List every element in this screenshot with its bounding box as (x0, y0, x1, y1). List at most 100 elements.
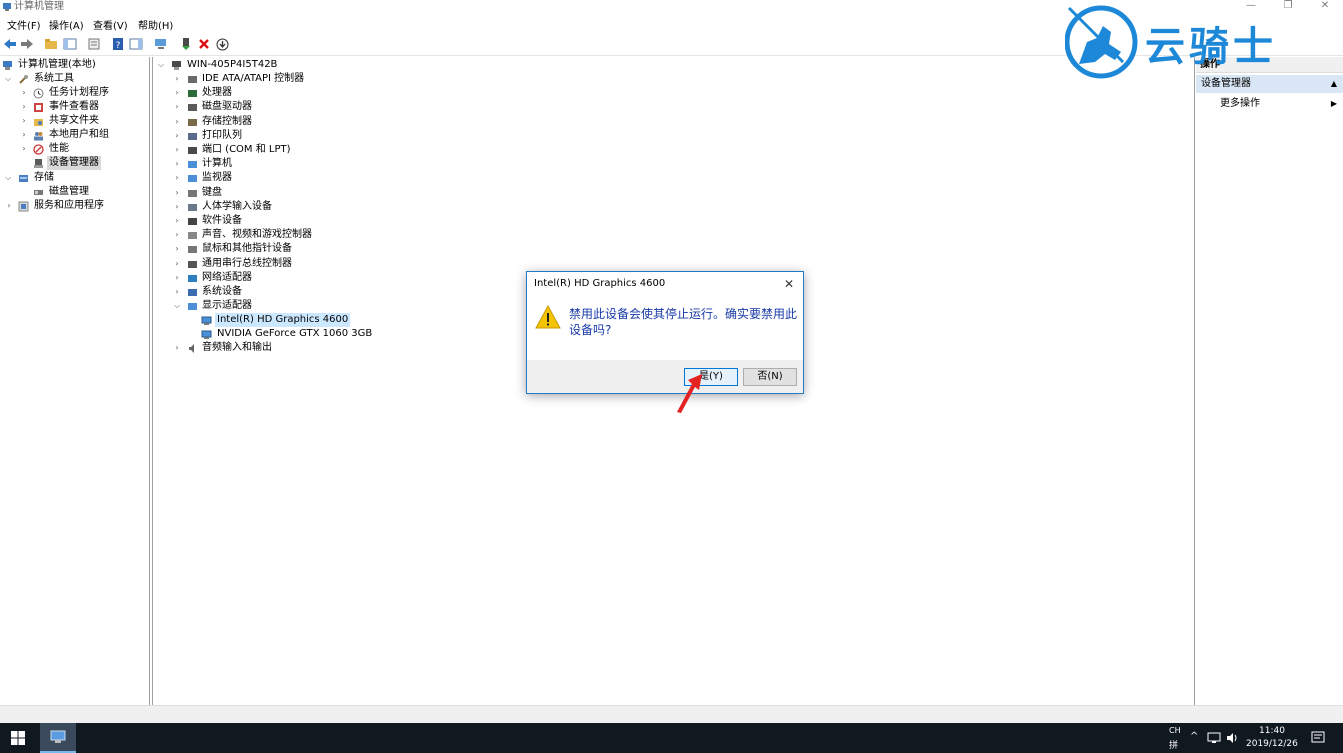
device-category-icon (188, 132, 197, 140)
tree-label-storage: 存储 (34, 172, 54, 183)
display-adapter-icon (201, 316, 212, 325)
device-category-icon (188, 246, 197, 254)
watermark-text: 云骑士 (1145, 24, 1277, 70)
device-category-label: 人体学输入设备 (202, 200, 272, 212)
network-icon[interactable] (1207, 732, 1221, 744)
event-viewer-icon (34, 103, 43, 112)
show-hidden-icons-icon[interactable]: ^ (1190, 731, 1198, 742)
chevron-right-icon[interactable]: › (20, 142, 28, 156)
tree-label-shared-folders: 共享文件夹 (49, 115, 99, 126)
menu-action[interactable]: 操作(A) (49, 17, 84, 32)
notification-icon[interactable] (1311, 731, 1325, 745)
chevron-right-icon[interactable]: › (173, 228, 181, 242)
update-driver-icon[interactable] (178, 36, 194, 52)
forward-arrow-icon[interactable] (19, 36, 35, 52)
chevron-right-icon[interactable]: › (173, 200, 181, 214)
chevron-right-icon[interactable]: › (20, 114, 28, 128)
chevron-right-icon[interactable]: › (173, 115, 181, 129)
device-category-icon (188, 232, 197, 240)
speaker-icon (189, 344, 194, 353)
chevron-right-icon[interactable]: › (173, 186, 181, 200)
volume-icon[interactable] (1226, 732, 1240, 744)
device-category-icon (188, 289, 197, 296)
menu-help[interactable]: 帮助(H) (138, 17, 173, 32)
device-category-icon (188, 161, 197, 169)
computer-management-icon (3, 61, 12, 70)
clock-date[interactable]: 2019/12/26 (1246, 739, 1298, 749)
no-button[interactable]: 否(N) (743, 368, 797, 386)
chevron-right-icon[interactable]: › (173, 171, 181, 185)
clock-time[interactable]: 11:40 (1259, 726, 1285, 736)
device-category-label: 端口 (COM 和 LPT) (202, 144, 291, 155)
chevron-right-icon[interactable]: › (173, 157, 181, 171)
actions-pane: 操作 设备管理器 ▲ 更多操作 ▶ (1196, 57, 1343, 705)
chevron-down-icon[interactable]: ⌵ (4, 72, 12, 86)
chevron-right-icon[interactable]: › (20, 100, 28, 114)
scan-hardware-icon[interactable] (153, 36, 169, 52)
device-category-label: 声音、视频和游戏控制器 (202, 229, 312, 241)
show-hide-tree-icon[interactable] (62, 36, 78, 52)
chevron-down-icon[interactable]: ⌵ (4, 171, 12, 185)
device-category-icon (188, 274, 197, 282)
input-language-top[interactable]: CH (1169, 726, 1181, 735)
taskbar-app-computer-management[interactable] (40, 723, 76, 753)
action-pane-icon[interactable] (128, 36, 144, 52)
help-icon[interactable]: ? (110, 36, 126, 52)
chevron-right-icon[interactable]: › (173, 143, 181, 157)
input-language-bottom[interactable]: 拼 (1169, 738, 1178, 751)
chevron-right-icon[interactable]: › (173, 86, 181, 100)
tree-label-local-users: 本地用户和组 (49, 129, 109, 140)
knight-logo-icon (1065, 5, 1138, 79)
menu-file[interactable]: 文件(F) (7, 17, 41, 32)
more-actions-link[interactable]: 更多操作 (1220, 97, 1260, 111)
device-category-label: 打印队列 (202, 129, 242, 141)
menu-view[interactable]: 查看(V) (93, 17, 128, 32)
chevron-right-icon[interactable]: › (20, 86, 28, 100)
status-bar (0, 705, 1343, 723)
chevron-right-icon[interactable]: › (173, 129, 181, 143)
properties-icon[interactable] (86, 36, 102, 52)
chevron-down-icon[interactable]: ⌵ (157, 58, 165, 72)
start-button[interactable] (0, 723, 36, 753)
device-category-icon (188, 303, 197, 311)
chevron-right-icon[interactable]: › (5, 199, 13, 213)
chevron-right-icon[interactable]: › (173, 285, 181, 299)
device-category-label: 显示适配器 (202, 300, 252, 312)
computer-management-icon (3, 3, 11, 11)
tree-label-services: 服务和应用程序 (34, 200, 104, 211)
device-category-icon (188, 90, 197, 98)
chevron-right-icon[interactable]: › (173, 242, 181, 256)
tree-label-performance: 性能 (49, 143, 69, 154)
device-category-label: 处理器 (202, 87, 232, 99)
tree-root-label: 计算机管理(本地) (18, 59, 96, 70)
device-category-icon (188, 218, 197, 225)
users-icon (34, 132, 43, 141)
device-category-label: 鼠标和其他指针设备 (202, 243, 292, 255)
tree-item-device-manager[interactable]: 设备管理器 (2, 156, 101, 170)
back-arrow-icon[interactable] (2, 36, 18, 52)
chevron-right-icon[interactable]: › (173, 257, 181, 271)
chevron-right-icon[interactable]: › (20, 128, 28, 142)
chevron-right-icon[interactable]: › (173, 72, 181, 86)
chevron-right-icon[interactable]: › (173, 271, 181, 285)
chevron-right-icon[interactable]: › (173, 100, 181, 114)
device-category-icon (188, 189, 197, 197)
dialog-close-icon[interactable]: ✕ (781, 276, 797, 292)
device-category-icon (188, 104, 197, 112)
device-category-label: IDE ATA/ATAPI 控制器 (202, 73, 305, 84)
window-title: 计算机管理 (14, 1, 64, 12)
chevron-right-icon[interactable]: › (173, 341, 181, 355)
uninstall-device-icon[interactable] (196, 36, 212, 52)
chevron-right-icon[interactable]: › (173, 214, 181, 228)
device-item-intel-hd[interactable]: Intel(R) HD Graphics 4600 (157, 313, 351, 327)
annotation-arrow-icon (677, 374, 702, 413)
up-folder-icon[interactable] (43, 36, 59, 52)
tree-label-task-scheduler: 任务计划程序 (49, 87, 109, 98)
submenu-arrow-icon[interactable]: ▶ (1331, 97, 1337, 111)
windows-logo-icon (11, 731, 25, 745)
more-actions-label: 更多操作 (1220, 98, 1260, 109)
confirm-disable-dialog: Intel(R) HD Graphics 4600 ✕ 禁用此设备会使其停止运行… (526, 271, 804, 394)
performance-icon (33, 144, 44, 155)
chevron-down-icon[interactable]: ⌵ (173, 299, 181, 313)
disable-device-icon[interactable] (214, 36, 230, 52)
